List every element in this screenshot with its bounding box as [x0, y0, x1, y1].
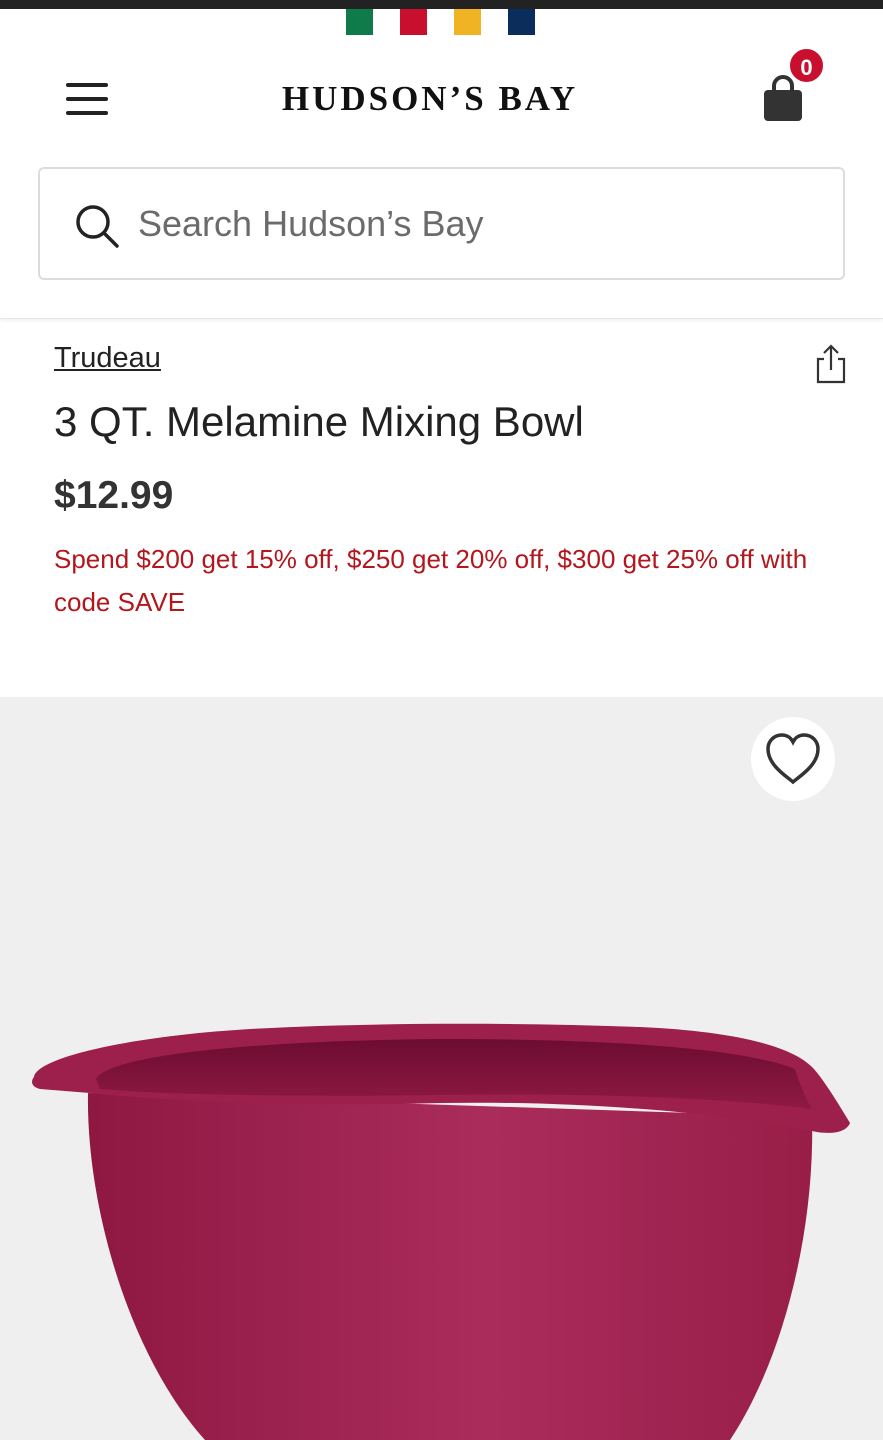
product-image-area[interactable] — [0, 697, 883, 1440]
site-header: HUDSON’S BAY 0 — [0, 35, 883, 319]
stripe-red — [400, 9, 427, 35]
search-icon — [76, 205, 119, 248]
status-bar — [0, 0, 883, 9]
hamburger-menu-icon[interactable] — [62, 79, 110, 119]
search-bar[interactable] — [38, 167, 845, 280]
stripe-green — [346, 9, 373, 35]
cart-count-badge: 0 — [787, 46, 826, 85]
site-logo[interactable]: HUDSON’S BAY — [200, 79, 660, 119]
search-input[interactable] — [138, 189, 818, 259]
brand-stripes — [346, 9, 536, 35]
product-price: $12.99 — [54, 474, 174, 517]
heart-icon[interactable] — [751, 717, 835, 801]
promo-message: Spend $200 get 15% off, $250 get 20% off… — [54, 544, 808, 617]
stripe-yellow — [454, 9, 481, 35]
product-title: 3 QT. Melamine Mixing Bowl — [54, 398, 584, 445]
product-image — [32, 1023, 850, 1440]
brand-link[interactable]: Trudeau — [54, 342, 161, 375]
share-icon[interactable] — [813, 344, 849, 384]
stripe-navy — [508, 9, 535, 35]
